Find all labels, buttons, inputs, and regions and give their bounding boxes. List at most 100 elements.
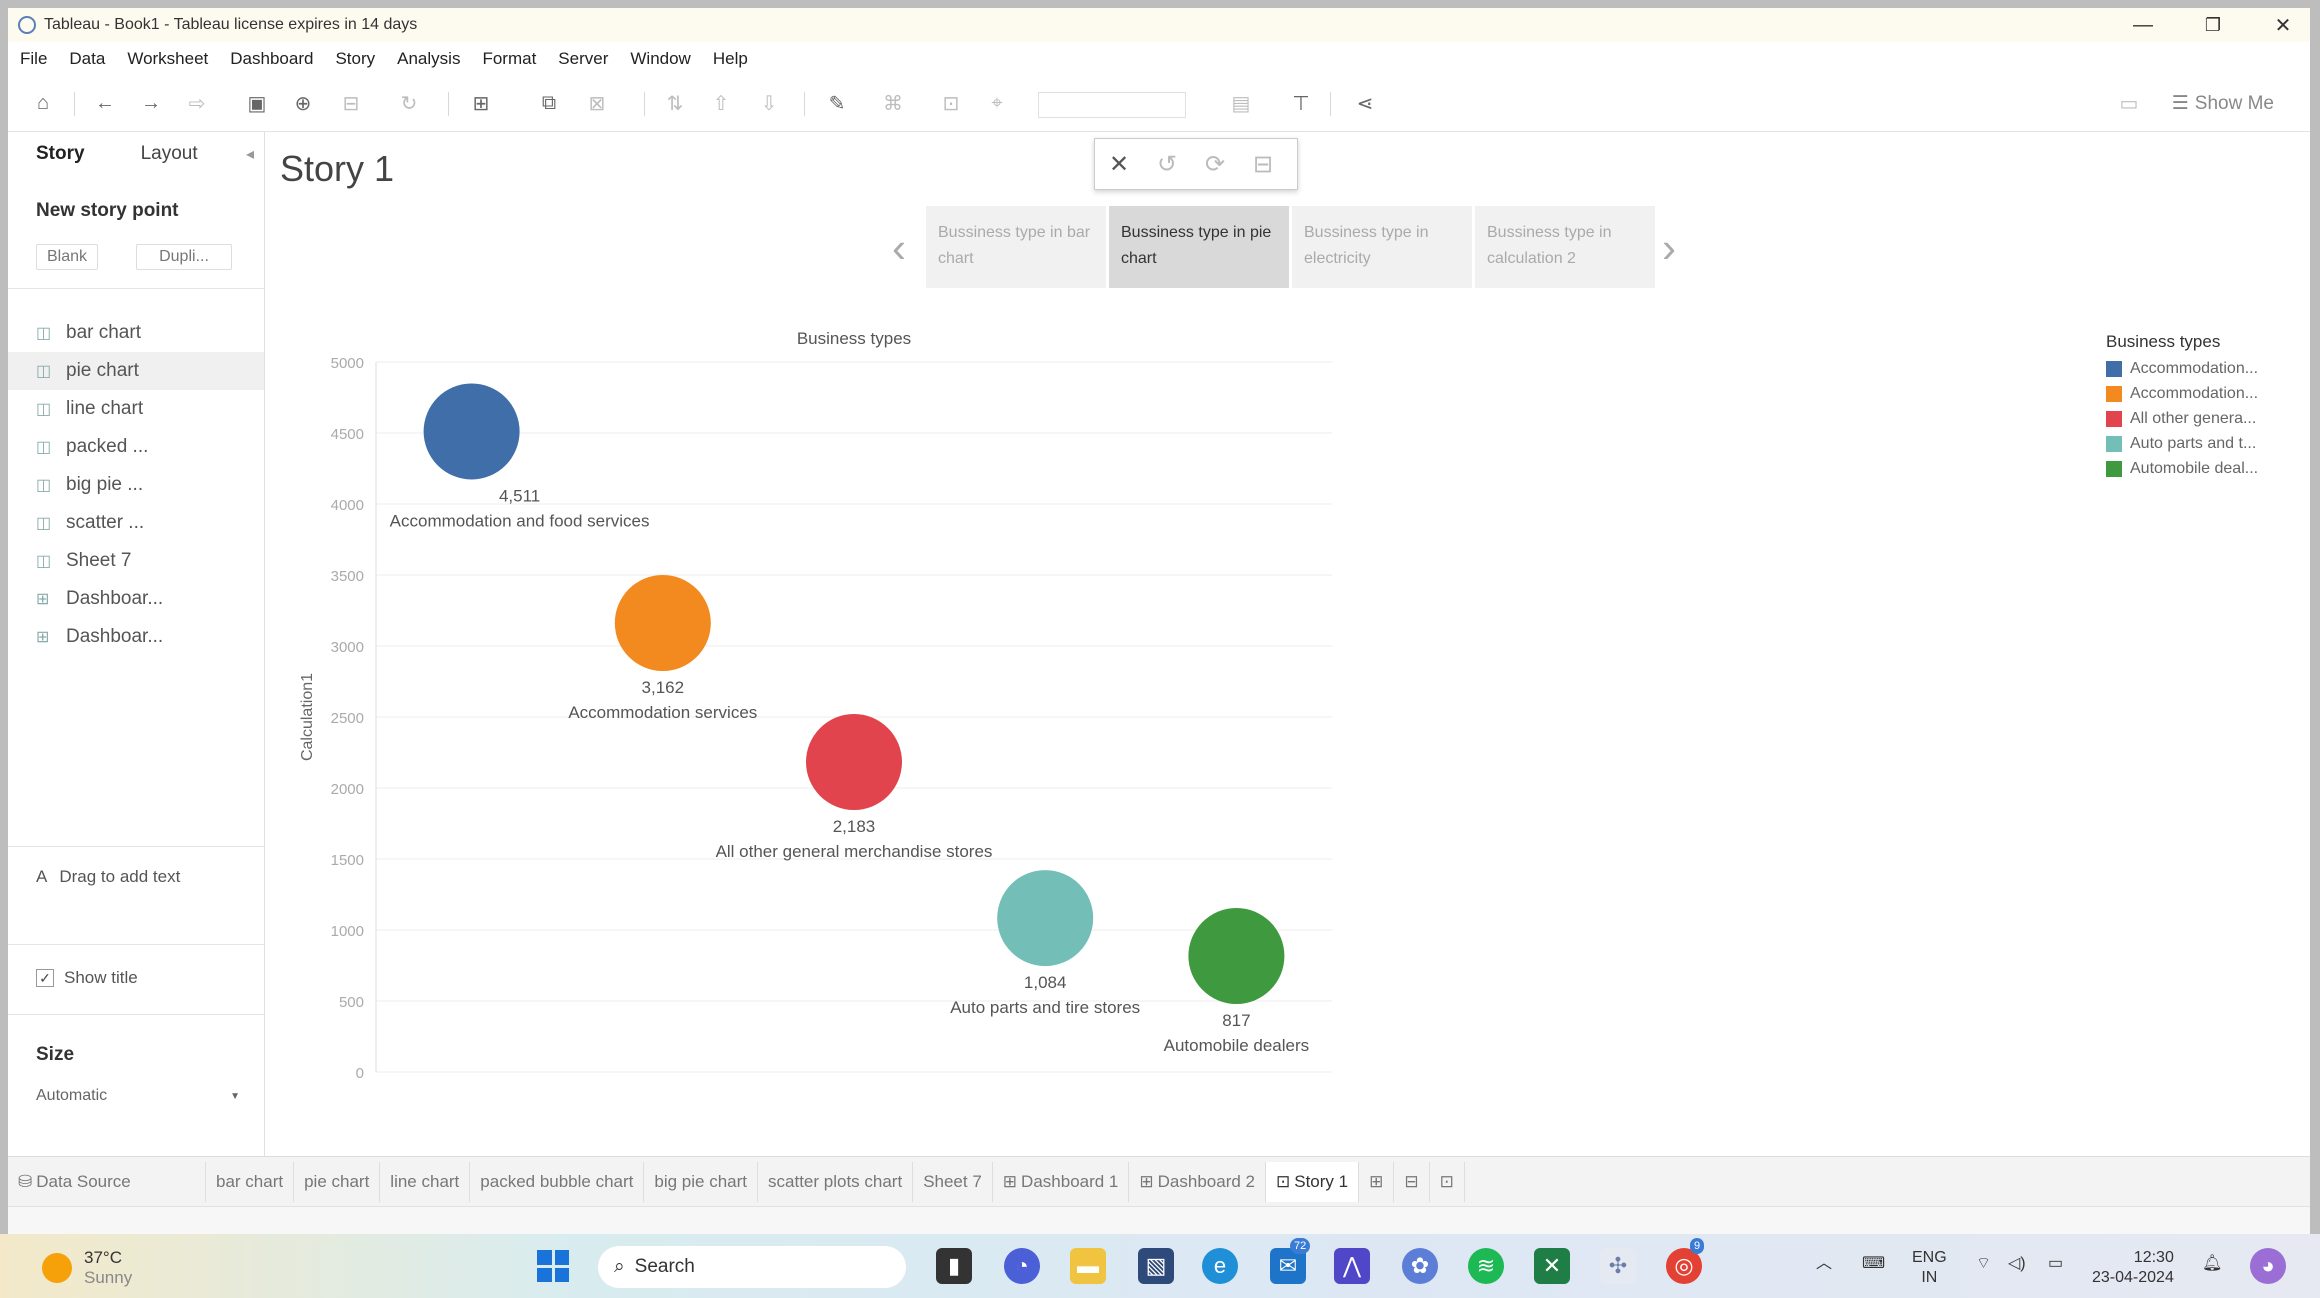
redo-icon[interactable]: → xyxy=(138,90,164,116)
legend-item[interactable]: Accommodation... xyxy=(2106,356,2258,381)
menu-story[interactable]: Story xyxy=(335,49,375,69)
size-dropdown[interactable]: Automatic ▼ xyxy=(36,1082,248,1110)
volume-icon[interactable]: ◁) xyxy=(2008,1254,2026,1274)
menu-file[interactable]: File xyxy=(20,49,47,69)
story-point[interactable]: Bussiness type in bar chart xyxy=(926,206,1106,288)
clear-sheet-icon[interactable]: ⊠ xyxy=(584,90,610,116)
keyboard-icon[interactable]: ⌨ xyxy=(1862,1254,1885,1274)
sort-descending-icon[interactable]: ⇩ xyxy=(756,90,782,116)
menu-worksheet[interactable]: Worksheet xyxy=(127,49,208,69)
home-icon[interactable]: ⌂ xyxy=(30,90,56,116)
menu-analysis[interactable]: Analysis xyxy=(397,49,460,69)
sheet-item[interactable]: ◫ big pie ... xyxy=(8,466,264,504)
swap-icon[interactable]: ⇅ xyxy=(662,90,688,116)
menu-help[interactable]: Help xyxy=(713,49,748,69)
story-tab[interactable]: ⊡ Story 1 xyxy=(1265,1161,1360,1202)
sort-ascending-icon[interactable]: ⇧ xyxy=(708,90,734,116)
legend-item[interactable]: Automobile deal... xyxy=(2106,456,2258,481)
sheet-tab[interactable]: line chart xyxy=(380,1161,471,1202)
fix-axes-icon[interactable]: ⌖ xyxy=(984,90,1010,116)
photos-app-icon[interactable]: ▧ xyxy=(1138,1248,1174,1284)
presentation-mode-icon[interactable]: ⊤ xyxy=(1288,90,1314,116)
duplicate-button[interactable]: Dupli... xyxy=(136,244,232,270)
file-explorer-icon[interactable]: ▬ xyxy=(1070,1248,1106,1284)
close-icon[interactable]: ✕ xyxy=(1095,150,1143,179)
legend-item[interactable]: Accommodation... xyxy=(2106,381,2258,406)
minimize-button[interactable]: — xyxy=(2108,8,2178,42)
sheet-item[interactable]: ⊞ Dashboar... xyxy=(8,618,264,656)
dashboard-tab[interactable]: ⊞ Dashboard 1 xyxy=(993,1161,1130,1202)
labels-icon[interactable]: ⊡ xyxy=(938,90,964,116)
new-story-tab-icon[interactable]: ⊡ xyxy=(1430,1161,1465,1202)
story-point[interactable]: Bussiness type in pie chart xyxy=(1109,206,1289,288)
excel-icon[interactable]: ✕ xyxy=(1534,1248,1570,1284)
new-dashboard-tab-icon[interactable]: ⊟ xyxy=(1394,1161,1430,1202)
previous-story-point-icon[interactable]: ‹ xyxy=(892,224,906,272)
new-data-source-icon[interactable]: ⊕ xyxy=(290,90,316,116)
sheet-item[interactable]: ◫ bar chart xyxy=(8,314,264,352)
fit-dropdown[interactable] xyxy=(1038,92,1186,118)
close-button[interactable]: ✕ xyxy=(2248,8,2318,42)
story-toolbar-icon[interactable]: ▭ xyxy=(2116,90,2142,116)
menu-format[interactable]: Format xyxy=(482,49,536,69)
sheet-item[interactable]: ◫ pie chart xyxy=(8,352,264,390)
menu-server[interactable]: Server xyxy=(558,49,608,69)
new-worksheet-icon[interactable]: ⊞ xyxy=(468,90,494,116)
tableau-taskbar-icon[interactable]: ✣ xyxy=(1600,1248,1636,1284)
sheet-item[interactable]: ◫ Sheet 7 xyxy=(8,542,264,580)
sheet-tab[interactable]: bar chart xyxy=(206,1161,295,1202)
sheet-item[interactable]: ◫ line chart xyxy=(8,390,264,428)
sheet-item[interactable]: ◫ scatter ... xyxy=(8,504,264,542)
edge-icon[interactable]: e xyxy=(1202,1248,1238,1284)
save-as-new-icon[interactable]: ⊟ xyxy=(1239,150,1287,179)
sheet-item[interactable]: ◫ packed ... xyxy=(8,428,264,466)
collapse-pane-icon[interactable]: ◂ xyxy=(246,144,254,164)
show-title-checkbox[interactable]: ✓ Show title xyxy=(36,968,138,988)
show-cards-icon[interactable]: ▤ xyxy=(1228,90,1254,116)
next-story-point-icon[interactable]: › xyxy=(1662,224,1676,272)
sheet-tab[interactable]: packed bubble chart xyxy=(470,1161,645,1202)
revert-icon[interactable]: ↺ xyxy=(1143,150,1191,179)
menu-window[interactable]: Window xyxy=(630,49,690,69)
sheet-tab[interactable]: pie chart xyxy=(294,1161,381,1202)
new-worksheet-tab-icon[interactable]: ⊞ xyxy=(1359,1161,1395,1202)
windows-start-icon[interactable] xyxy=(537,1250,569,1282)
chevron-up-icon[interactable]: ︿ xyxy=(1816,1254,1832,1274)
legend-item[interactable]: Auto parts and t... xyxy=(2106,431,2258,456)
blank-button[interactable]: Blank xyxy=(36,244,98,270)
data-source-tab[interactable]: ⛁ Data Source xyxy=(8,1161,206,1202)
copilot-icon[interactable]: ✿ xyxy=(1402,1248,1438,1284)
wifi-icon[interactable]: ⌔ xyxy=(1976,1254,1991,1274)
chat-icon[interactable]: ◔ xyxy=(1004,1248,1040,1284)
dashboard-tab[interactable]: ⊞ Dashboard 2 xyxy=(1129,1161,1266,1202)
widgets-icon[interactable]: ◕ xyxy=(2250,1248,2286,1284)
tab-layout[interactable]: Layout xyxy=(113,143,226,165)
menu-dashboard[interactable]: Dashboard xyxy=(230,49,313,69)
highlight-icon[interactable]: ✎ xyxy=(824,90,850,116)
notification-bell-icon[interactable]: 🔔︎ xyxy=(2202,1254,2222,1274)
group-icon[interactable]: ⌘ xyxy=(880,90,906,116)
story-point[interactable]: Bussiness type in electricity xyxy=(1292,206,1472,288)
refresh-icon[interactable]: ↻ xyxy=(396,90,422,116)
battery-icon[interactable]: ▭ xyxy=(2048,1254,2063,1274)
drag-text-item[interactable]: A Drag to add text xyxy=(36,867,180,887)
weather-widget[interactable]: 37°C Sunny xyxy=(42,1248,132,1288)
menu-data[interactable]: Data xyxy=(69,49,105,69)
update-icon[interactable]: ⟳ xyxy=(1191,150,1239,179)
restore-button[interactable]: ❐ xyxy=(2178,8,2248,42)
sheet-tab[interactable]: scatter plots chart xyxy=(758,1161,914,1202)
share-icon[interactable]: ⋖ xyxy=(1352,90,1378,116)
undo-icon[interactable]: ← xyxy=(92,90,118,116)
sheet-tab[interactable]: Sheet 7 xyxy=(913,1161,993,1202)
sheet-item[interactable]: ⊞ Dashboar... xyxy=(8,580,264,618)
sheet-tab[interactable]: big pie chart xyxy=(644,1161,759,1202)
language-indicator[interactable]: ENG IN xyxy=(1912,1248,1947,1288)
spotify-icon[interactable]: ≋ xyxy=(1468,1248,1504,1284)
tab-story[interactable]: Story xyxy=(8,143,113,165)
task-view-icon[interactable]: ▮ xyxy=(936,1248,972,1284)
taskbar-search[interactable]: ⌕ Search xyxy=(598,1246,906,1288)
power-automate-icon[interactable]: ⋀ xyxy=(1334,1248,1370,1284)
legend-item[interactable]: All other genera... xyxy=(2106,406,2258,431)
save-icon[interactable]: ▣ xyxy=(244,90,270,116)
clock[interactable]: 12:30 23-04-2024 xyxy=(2092,1248,2174,1288)
